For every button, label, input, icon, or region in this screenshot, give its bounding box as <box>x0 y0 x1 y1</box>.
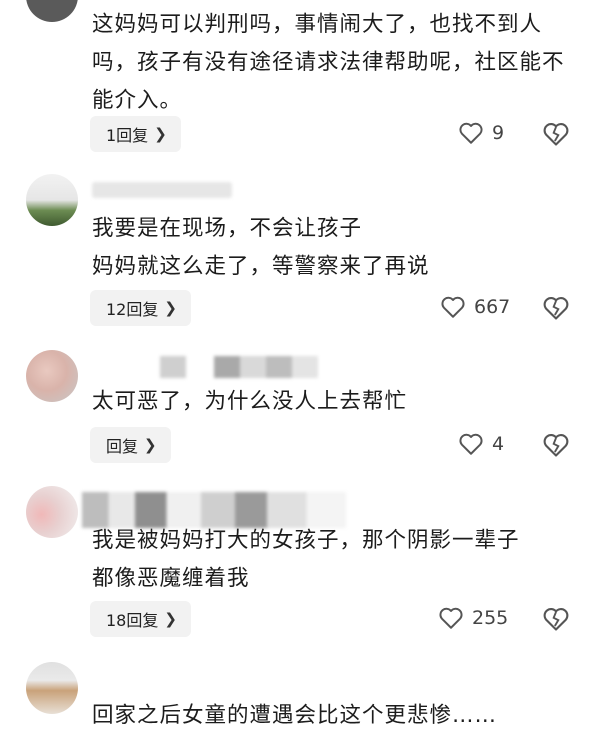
chevron-right-icon: ❯ <box>164 610 177 628</box>
like-count: 4 <box>492 433 505 455</box>
broken-heart-icon[interactable] <box>542 432 570 458</box>
like-count: 255 <box>472 607 509 629</box>
broken-heart-icon[interactable] <box>542 606 570 632</box>
heart-outline-icon <box>459 122 483 144</box>
like-button[interactable]: 255 <box>438 606 508 630</box>
comment-text: 回家之后女童的遭遇会比这个更悲惨…… <box>92 697 580 735</box>
reply-label: 回复 <box>106 437 139 456</box>
avatar[interactable] <box>26 350 78 402</box>
broken-heart-icon[interactable] <box>542 295 570 321</box>
comment-text-content: 太可恶了，为什么没人上去帮忙 <box>92 389 408 414</box>
blurred-username <box>92 182 232 198</box>
chevron-right-icon: ❯ <box>154 125 167 143</box>
heart-outline-icon <box>459 433 483 455</box>
comment-line: 我要是在现场，不会让孩子 <box>92 216 363 241</box>
chevron-right-icon: ❯ <box>164 299 177 317</box>
reply-button[interactable]: 12回复 ❯ <box>90 290 191 326</box>
comment-text: 我要是在现场，不会让孩子 妈妈就这么走了，等警察来了再说 <box>92 210 580 286</box>
heart-outline-icon <box>439 607 463 629</box>
reply-label: 1回复 <box>106 126 149 145</box>
comment-text-content: 回家之后女童的遭遇会比这个更悲惨…… <box>92 703 498 728</box>
avatar[interactable] <box>26 174 78 226</box>
comment-text: 我是被妈妈打大的女孩子，那个阴影一辈子 都像恶魔缠着我 <box>92 522 580 598</box>
like-count: 667 <box>474 296 511 318</box>
chevron-right-icon: ❯ <box>144 436 157 454</box>
avatar[interactable] <box>26 486 78 538</box>
reply-button[interactable]: 18回复 ❯ <box>90 601 191 637</box>
comment-line: 我是被妈妈打大的女孩子，那个阴影一辈子 <box>92 528 520 553</box>
comment-text: 这妈妈可以判刑吗，事情闹大了，也找不到人吗，孩子有没有途径请求法律帮助呢，社区能… <box>92 6 580 120</box>
reply-button[interactable]: 回复 ❯ <box>90 427 171 463</box>
like-button[interactable]: 9 <box>458 121 504 145</box>
reply-button[interactable]: 1回复 ❯ <box>90 116 181 152</box>
like-count: 9 <box>492 122 505 144</box>
avatar[interactable] <box>26 662 78 714</box>
blurred-username <box>214 356 318 378</box>
heart-outline-icon <box>441 296 465 318</box>
reply-label: 12回复 <box>106 300 159 319</box>
comment-line: 妈妈就这么走了，等警察来了再说 <box>92 254 430 279</box>
comment-text: 太可恶了，为什么没人上去帮忙 <box>92 383 580 421</box>
reply-label: 18回复 <box>106 611 159 630</box>
avatar[interactable] <box>26 0 78 22</box>
like-button[interactable]: 667 <box>440 295 510 319</box>
comment-text-content: 这妈妈可以判刑吗，事情闹大了，也找不到人吗，孩子有没有途径请求法律帮助呢，社区能… <box>92 12 565 113</box>
comment-line: 都像恶魔缠着我 <box>92 566 250 591</box>
blurred-username <box>160 356 186 378</box>
like-button[interactable]: 4 <box>458 432 504 456</box>
broken-heart-icon[interactable] <box>542 121 570 147</box>
